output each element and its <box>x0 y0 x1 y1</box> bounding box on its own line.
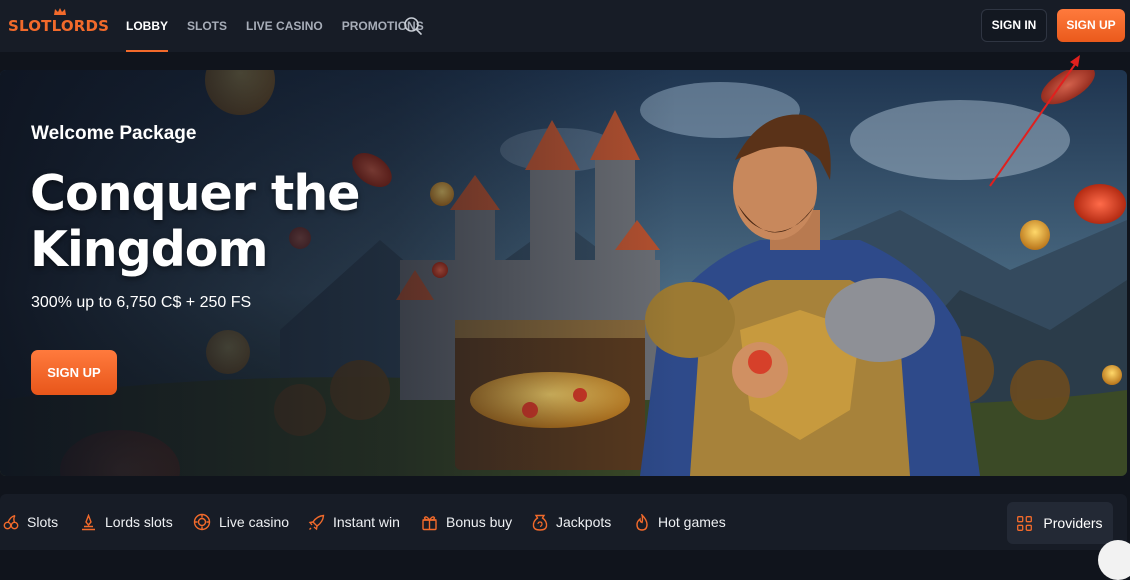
category-jackpots[interactable]: Jackpots <box>532 494 611 550</box>
chat-widget-button[interactable] <box>1098 540 1130 580</box>
category-label: Lords slots <box>105 514 173 530</box>
hero-headline: Conquer the Kingdom <box>30 165 360 278</box>
logo-crown-icon <box>54 8 66 15</box>
sign-up-button[interactable]: SIGN UP <box>1057 9 1125 42</box>
rocket-icon <box>308 514 325 530</box>
money-bag-icon <box>532 514 548 531</box>
annotation-arrow-icon <box>989 55 1080 187</box>
cherries-icon <box>3 514 19 530</box>
nav-slots[interactable]: SLOTS <box>187 0 227 52</box>
category-slots[interactable]: Slots <box>3 494 58 550</box>
main-nav: LOBBY SLOTS LIVE CASINO PROMOTIONS <box>126 0 443 52</box>
category-live-casino[interactable]: Live casino <box>193 494 289 550</box>
category-bar: Slots Lords slots Live casino Instant wi… <box>0 494 1127 550</box>
grid-icon <box>1017 515 1033 531</box>
sign-in-button[interactable]: SIGN IN <box>981 9 1047 42</box>
top-header: SLOTLORDS LOBBY SLOTS LIVE CASINO PROMOT… <box>0 0 1130 52</box>
hero-sign-up-button[interactable]: SIGN UP <box>31 350 117 395</box>
site-logo[interactable]: SLOTLORDS <box>8 8 110 35</box>
hero-banner: Welcome Package Conquer the Kingdom 300%… <box>0 70 1127 476</box>
flame-icon <box>636 513 648 531</box>
category-hot-games[interactable]: Hot games <box>634 494 726 550</box>
hero-offer-text: 300% up to 6,750 C$ + 250 FS <box>31 294 252 311</box>
gift-icon <box>422 515 437 530</box>
chip-icon <box>193 513 211 531</box>
category-label: Slots <box>27 514 59 530</box>
category-label: Live casino <box>219 514 290 530</box>
category-label: Bonus buy <box>446 514 513 530</box>
hero-kicker: Welcome Package <box>31 123 197 144</box>
category-label: Jackpots <box>556 514 612 530</box>
providers-label: Providers <box>1043 515 1103 531</box>
search-icon[interactable] <box>402 15 424 37</box>
category-label: Instant win <box>333 514 400 530</box>
category-label: Hot games <box>658 514 726 530</box>
logo-text: SLOTLORDS <box>8 17 110 35</box>
nav-live-casino[interactable]: LIVE CASINO <box>246 0 323 52</box>
crown-icon <box>82 513 95 530</box>
category-bonus-buy[interactable]: Bonus buy <box>421 494 512 550</box>
nav-lobby[interactable]: LOBBY <box>126 0 168 52</box>
providers-button[interactable]: Providers <box>1007 502 1113 544</box>
category-instant-win[interactable]: Instant win <box>308 494 400 550</box>
category-lords-slots[interactable]: Lords slots <box>80 494 173 550</box>
